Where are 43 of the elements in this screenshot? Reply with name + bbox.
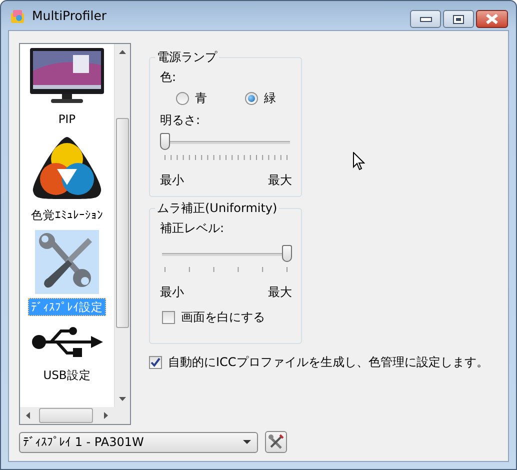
checkbox[interactable] [149,356,162,369]
checkbox-label[interactable]: 自動的にICCプロファイルを生成し、色管理に設定します。 [168,354,488,371]
slider-thumb[interactable] [160,133,170,150]
minimize-button[interactable] [410,10,441,28]
radio-label[interactable]: 青 [195,90,207,107]
app-icon [10,8,26,24]
maximize-button[interactable] [443,10,474,28]
group-title: 電源ランプ [155,50,219,64]
max-label: 最大 [268,284,292,301]
display-dropdown[interactable]: ﾃﾞｨｽﾌﾟﾚｲ 1 - PA301W [19,432,258,452]
min-label: 最小 [160,172,184,189]
checkbox-label[interactable]: 画面を白にする [181,309,265,326]
close-button[interactable] [476,10,508,28]
field-label: 明るさ: [160,113,202,128]
min-label: 最小 [160,284,184,301]
checkbox[interactable] [162,311,175,324]
vertical-scrollbar[interactable] [114,44,130,407]
scroll-up-icon[interactable] [119,50,126,54]
max-label: 最大 [268,172,292,189]
usb-icon [31,327,103,357]
settings-button[interactable] [265,431,287,453]
pointer-icon [353,152,365,171]
field-label: 補正レベル: [160,221,226,236]
horizontal-scrollbar[interactable] [20,407,114,424]
tools-icon [268,434,284,450]
scroll-left-icon[interactable] [26,412,30,419]
slider-thumb[interactable] [282,245,292,262]
sidebar-item[interactable]: 色覚ｴﾐｭﾚｰｼｮﾝ [28,206,106,224]
window-title: MultiProfiler [32,8,107,23]
minimize-icon [420,16,432,22]
maximize-icon [453,14,464,24]
field-label: 色: [160,70,178,85]
radio-button[interactable] [176,92,189,105]
close-icon [485,14,499,24]
sidebar-item[interactable]: PIP [55,110,79,128]
group-title: ムラ補正(Uniformity) [155,201,280,215]
dropdown-arrow-icon[interactable] [243,440,251,444]
radio-label[interactable]: 緑 [264,90,276,107]
scroll-right-icon[interactable] [104,412,108,419]
sidebar-item[interactable]: USB設定 [40,366,94,384]
monitor-icon [29,47,105,105]
scroll-down-icon[interactable] [119,397,126,401]
radio-button[interactable] [245,92,258,105]
